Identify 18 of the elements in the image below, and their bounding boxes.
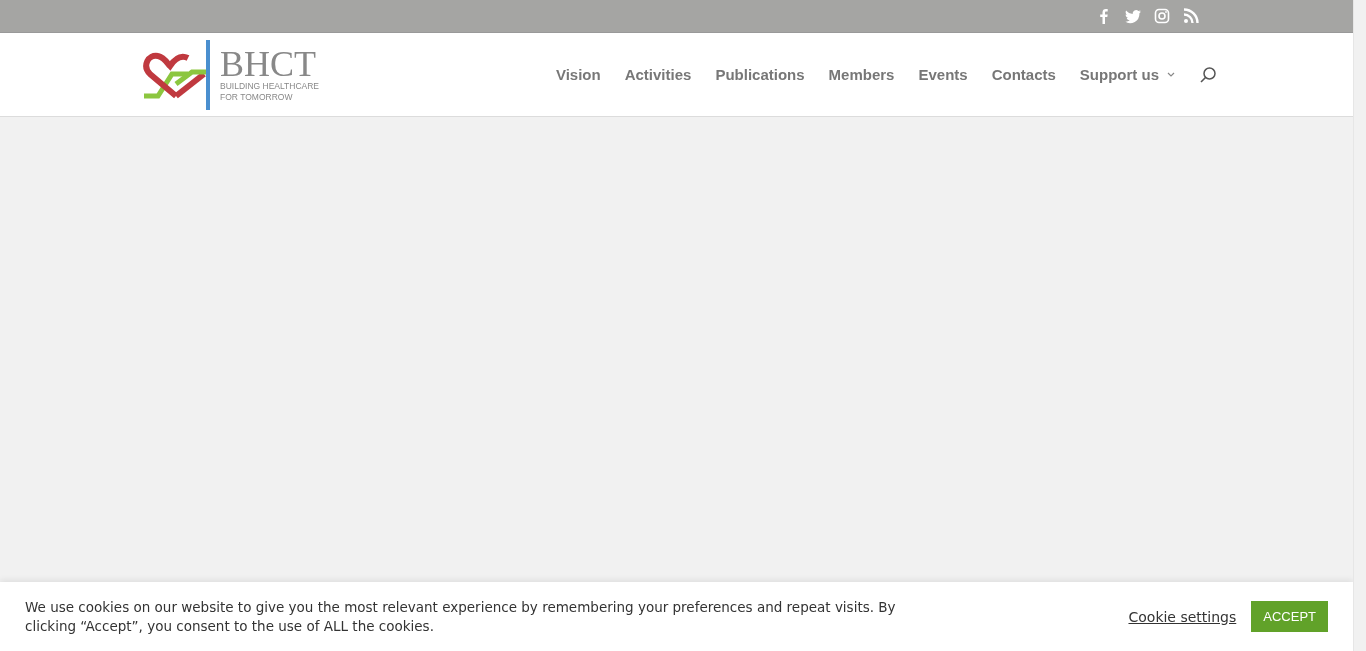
search-icon[interactable] (1199, 65, 1217, 84)
caret-icon (1167, 71, 1175, 78)
accept-button[interactable]: ACCEPT (1251, 601, 1328, 632)
nav-link[interactable]: Members (828, 66, 895, 83)
instagram-icon[interactable] (1154, 8, 1170, 24)
rss-icon[interactable] (1183, 8, 1199, 24)
cookie-message: We use cookies on our website to give you the most relevant experience by remembering your preferences and repeat visits. By clicking “Accept”, you consent to the use of ALL the cookies. (25, 597, 897, 636)
logo-tagline: BUILDING HEALTHCARE (220, 80, 320, 92)
cookie-settings-link[interactable]: Cookie settings (1128, 608, 1237, 625)
nav-link[interactable]: Support us (1079, 66, 1175, 83)
nav-link[interactable]: Contacts (991, 66, 1056, 83)
logo-wordmark: BHCT (220, 46, 316, 81)
twitter-icon[interactable] (1125, 8, 1141, 24)
nav-link[interactable]: Publications (715, 66, 805, 83)
logo-tagline: FOR TOMORROW (220, 91, 294, 103)
nav-link[interactable]: Events (918, 66, 968, 83)
nav-link[interactable]: Vision (555, 66, 601, 83)
nav-link[interactable]: Activities (624, 66, 692, 83)
